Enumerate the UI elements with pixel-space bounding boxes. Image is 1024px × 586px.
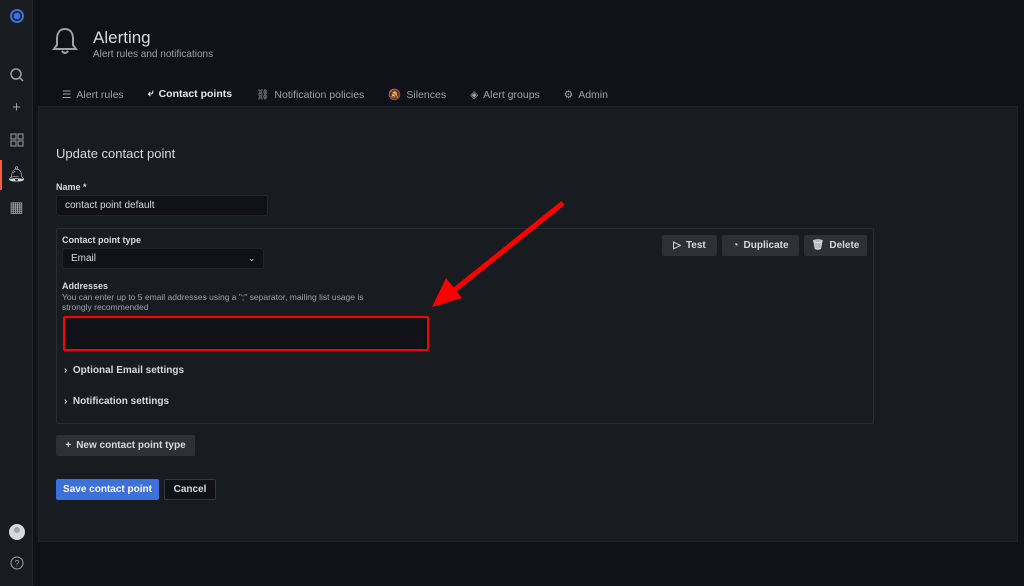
annotation-arrow: [432, 201, 565, 307]
